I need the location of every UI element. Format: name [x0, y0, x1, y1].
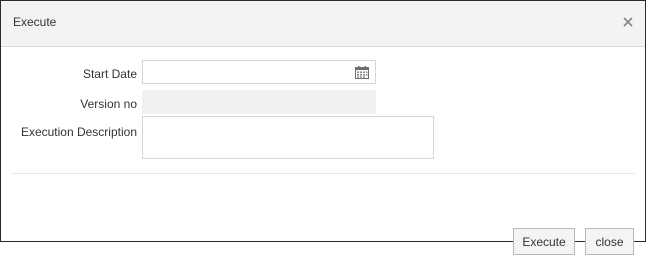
- version-no-label: Version no: [80, 97, 137, 111]
- close-icon[interactable]: [621, 15, 635, 29]
- version-no-field: [142, 90, 376, 114]
- execution-description-textarea[interactable]: [142, 116, 434, 159]
- dialog-title: Execute: [13, 15, 57, 29]
- start-date-label: Start Date: [82, 67, 137, 81]
- execution-description-label: Execution Description: [20, 125, 137, 139]
- start-date-input[interactable]: [142, 60, 376, 84]
- execute-dialog: Execute Start Date Version no Execution …: [0, 0, 646, 255]
- calendar-icon[interactable]: [355, 66, 369, 79]
- dialog-header: Execute: [1, 1, 645, 47]
- footer-divider: [11, 173, 635, 174]
